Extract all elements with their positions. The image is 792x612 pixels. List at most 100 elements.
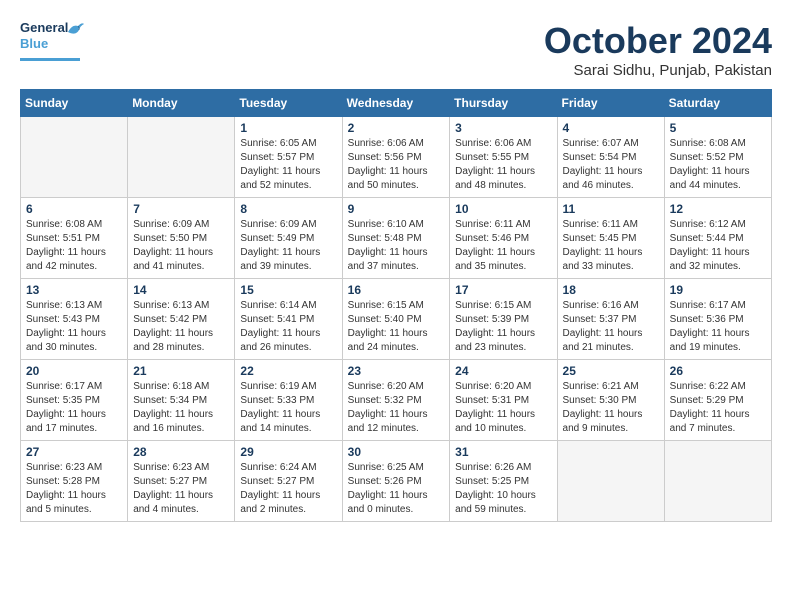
calendar-cell: 9 Sunrise: 6:10 AMSunset: 5:48 PMDaylight… [342, 198, 450, 279]
day-number: 18 [563, 283, 659, 297]
calendar-cell: 20 Sunrise: 6:17 AMSunset: 5:35 PMDayligh… [21, 360, 128, 441]
calendar-cell: 14 Sunrise: 6:13 AMSunset: 5:42 PMDayligh… [128, 279, 235, 360]
calendar-cell: 13Sunrise: 6:13 AMSunset: 5:43 PMDayligh… [21, 279, 128, 360]
day-number: 11 [563, 202, 659, 216]
calendar-cell: 25 Sunrise: 6:21 AMSunset: 5:30 PMDayligh… [557, 360, 664, 441]
day-number: 23 [348, 364, 445, 378]
title-block: October 2024 Sarai Sidhu, Punjab, Pakist… [544, 20, 772, 79]
day-info: Sunrise: 6:17 AMSunset: 5:36 PMDaylight:… [670, 299, 766, 355]
calendar-cell: 12 Sunrise: 6:12 AMSunset: 5:44 PMDayligh… [664, 198, 771, 279]
day-number: 14 [133, 283, 229, 297]
day-info: Sunrise: 6:13 AMSunset: 5:42 PMDaylight:… [133, 299, 229, 355]
day-info: Sunrise: 6:09 AMSunset: 5:50 PMDaylight:… [133, 218, 229, 274]
calendar-cell: 29 Sunrise: 6:24 AMSunset: 5:27 PMDayligh… [235, 441, 342, 522]
day-info: Sunrise: 6:12 AMSunset: 5:44 PMDaylight:… [670, 218, 766, 274]
calendar-cell: 15Sunrise: 6:14 AMSunset: 5:41 PMDayligh… [235, 279, 342, 360]
calendar-cell: 11Sunrise: 6:11 AMSunset: 5:45 PMDayligh… [557, 198, 664, 279]
day-info: Sunrise: 6:07 AMSunset: 5:54 PMDaylight:… [563, 137, 659, 193]
calendar-cell: 3 Sunrise: 6:06 AMSunset: 5:55 PMDaylight… [450, 117, 557, 198]
weekday-header-row: SundayMondayTuesdayWednesdayThursdayFrid… [21, 90, 772, 117]
day-info: Sunrise: 6:11 AMSunset: 5:46 PMDaylight:… [455, 218, 551, 274]
calendar-cell: 10 Sunrise: 6:11 AMSunset: 5:46 PMDayligh… [450, 198, 557, 279]
page-header: General Blue October 2024 Sarai Sidhu, P… [20, 20, 772, 79]
day-info: Sunrise: 6:06 AMSunset: 5:55 PMDaylight:… [455, 137, 551, 193]
day-info: Sunrise: 6:10 AMSunset: 5:48 PMDaylight:… [348, 218, 445, 274]
day-number: 31 [455, 445, 551, 459]
calendar-week-row: 1 Sunrise: 6:05 AMSunset: 5:57 PMDaylight… [21, 117, 772, 198]
day-number: 19 [670, 283, 766, 297]
calendar-cell: 26Sunrise: 6:22 AMSunset: 5:29 PMDayligh… [664, 360, 771, 441]
day-number: 5 [670, 121, 766, 135]
day-number: 26 [670, 364, 766, 378]
logo-underline [20, 58, 80, 61]
day-number: 2 [348, 121, 445, 135]
weekday-header-monday: Monday [128, 90, 235, 117]
day-info: Sunrise: 6:25 AMSunset: 5:26 PMDaylight:… [348, 461, 445, 517]
calendar-cell [128, 117, 235, 198]
day-number: 28 [133, 445, 229, 459]
day-number: 1 [240, 121, 336, 135]
calendar-cell: 23 Sunrise: 6:20 AMSunset: 5:32 PMDayligh… [342, 360, 450, 441]
day-number: 30 [348, 445, 445, 459]
day-number: 15 [240, 283, 336, 297]
logo-blue: Blue [20, 36, 48, 51]
day-number: 29 [240, 445, 336, 459]
day-number: 4 [563, 121, 659, 135]
day-info: Sunrise: 6:20 AMSunset: 5:32 PMDaylight:… [348, 380, 445, 436]
day-info: Sunrise: 6:15 AMSunset: 5:39 PMDaylight:… [455, 299, 551, 355]
day-info: Sunrise: 6:23 AMSunset: 5:28 PMDaylight:… [26, 461, 122, 517]
day-number: 22 [240, 364, 336, 378]
calendar-cell [557, 441, 664, 522]
day-number: 24 [455, 364, 551, 378]
day-info: Sunrise: 6:05 AMSunset: 5:57 PMDaylight:… [240, 137, 336, 193]
logo-general: General [20, 20, 68, 35]
day-number: 17 [455, 283, 551, 297]
calendar-cell: 24 Sunrise: 6:20 AMSunset: 5:31 PMDayligh… [450, 360, 557, 441]
calendar-table: SundayMondayTuesdayWednesdayThursdayFrid… [20, 89, 772, 522]
day-info: Sunrise: 6:26 AMSunset: 5:25 PMDaylight:… [455, 461, 551, 517]
day-number: 7 [133, 202, 229, 216]
day-info: Sunrise: 6:24 AMSunset: 5:27 PMDaylight:… [240, 461, 336, 517]
calendar-week-row: 6Sunrise: 6:08 AMSunset: 5:51 PMDaylight… [21, 198, 772, 279]
calendar-cell: 6Sunrise: 6:08 AMSunset: 5:51 PMDaylight… [21, 198, 128, 279]
calendar-cell: 21 Sunrise: 6:18 AMSunset: 5:34 PMDayligh… [128, 360, 235, 441]
calendar-cell: 30 Sunrise: 6:25 AMSunset: 5:26 PMDayligh… [342, 441, 450, 522]
day-info: Sunrise: 6:21 AMSunset: 5:30 PMDaylight:… [563, 380, 659, 436]
day-number: 8 [240, 202, 336, 216]
day-number: 10 [455, 202, 551, 216]
day-info: Sunrise: 6:13 AMSunset: 5:43 PMDaylight:… [26, 299, 122, 355]
calendar-cell: 31 Sunrise: 6:26 AMSunset: 5:25 PMDayligh… [450, 441, 557, 522]
day-info: Sunrise: 6:17 AMSunset: 5:35 PMDaylight:… [26, 380, 122, 436]
day-number: 9 [348, 202, 445, 216]
weekday-header-saturday: Saturday [664, 90, 771, 117]
calendar-cell: 8Sunrise: 6:09 AMSunset: 5:49 PMDaylight… [235, 198, 342, 279]
calendar-cell [21, 117, 128, 198]
day-info: Sunrise: 6:08 AMSunset: 5:52 PMDaylight:… [670, 137, 766, 193]
calendar-cell: 1 Sunrise: 6:05 AMSunset: 5:57 PMDaylight… [235, 117, 342, 198]
calendar-week-row: 20 Sunrise: 6:17 AMSunset: 5:35 PMDayligh… [21, 360, 772, 441]
calendar-cell [664, 441, 771, 522]
day-info: Sunrise: 6:18 AMSunset: 5:34 PMDaylight:… [133, 380, 229, 436]
weekday-header-wednesday: Wednesday [342, 90, 450, 117]
calendar-cell: 16Sunrise: 6:15 AMSunset: 5:40 PMDayligh… [342, 279, 450, 360]
day-number: 12 [670, 202, 766, 216]
day-number: 21 [133, 364, 229, 378]
day-info: Sunrise: 6:19 AMSunset: 5:33 PMDaylight:… [240, 380, 336, 436]
calendar-cell: 2Sunrise: 6:06 AMSunset: 5:56 PMDaylight… [342, 117, 450, 198]
day-number: 25 [563, 364, 659, 378]
calendar-cell: 28Sunrise: 6:23 AMSunset: 5:27 PMDayligh… [128, 441, 235, 522]
day-info: Sunrise: 6:20 AMSunset: 5:31 PMDaylight:… [455, 380, 551, 436]
day-number: 6 [26, 202, 122, 216]
calendar-cell: 17 Sunrise: 6:15 AMSunset: 5:39 PMDayligh… [450, 279, 557, 360]
calendar-cell: 5 Sunrise: 6:08 AMSunset: 5:52 PMDaylight… [664, 117, 771, 198]
day-number: 16 [348, 283, 445, 297]
logo-bird-icon [64, 18, 86, 40]
day-number: 3 [455, 121, 551, 135]
calendar-week-row: 13Sunrise: 6:13 AMSunset: 5:43 PMDayligh… [21, 279, 772, 360]
day-number: 27 [26, 445, 122, 459]
weekday-header-thursday: Thursday [450, 90, 557, 117]
day-number: 20 [26, 364, 122, 378]
logo: General Blue [20, 20, 80, 61]
day-info: Sunrise: 6:16 AMSunset: 5:37 PMDaylight:… [563, 299, 659, 355]
weekday-header-tuesday: Tuesday [235, 90, 342, 117]
